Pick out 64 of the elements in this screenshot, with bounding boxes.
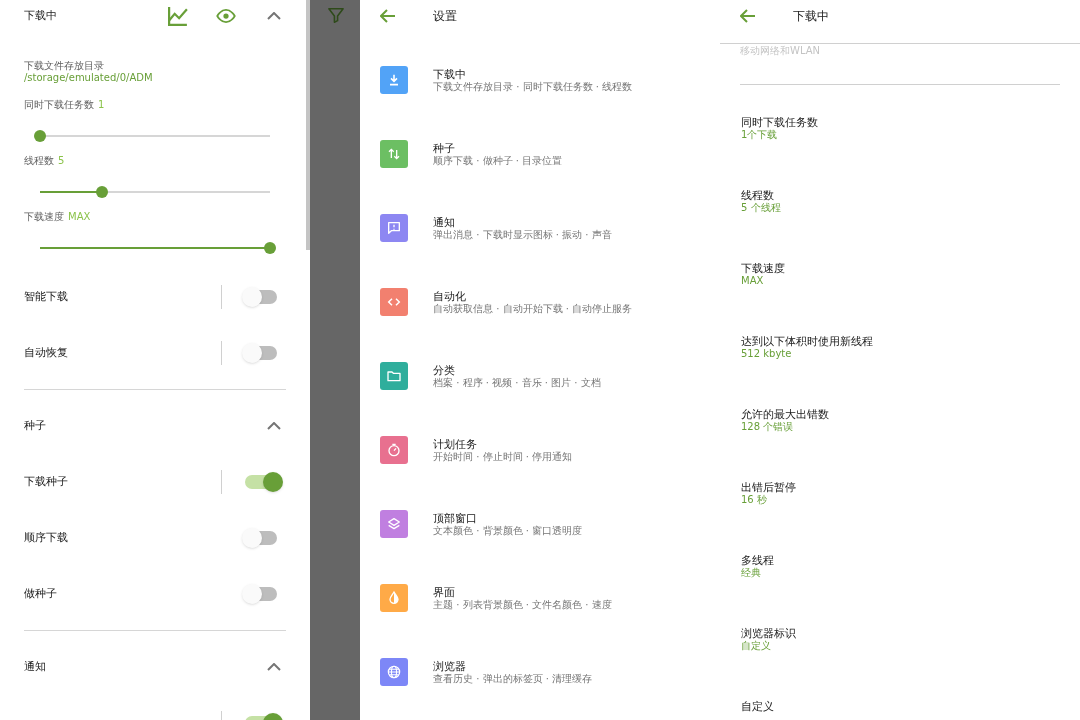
section-title: 种子	[24, 417, 46, 434]
setting-title[interactable]: 同时下载任务数	[741, 116, 818, 129]
setting-title[interactable]: 顶部窗口	[433, 511, 477, 525]
filter-icon[interactable]	[328, 8, 344, 23]
setting-title[interactable]: 浏览器	[433, 659, 466, 673]
slider-label: 线程数	[24, 155, 54, 167]
setting-title[interactable]: 浏览器标识	[741, 627, 796, 640]
slider-thumb[interactable]	[34, 130, 46, 142]
setting-summary: 主题 · 列表背景颜色 · 文件名颜色 · 速度	[433, 598, 612, 611]
slider-value: MAX	[68, 211, 91, 223]
section-title: 通知	[24, 658, 46, 675]
eye-icon[interactable]	[216, 9, 236, 23]
setting-value: 128 个错误	[741, 421, 794, 433]
slider-value: 5	[58, 155, 65, 167]
setting-title[interactable]: 界面	[433, 585, 455, 599]
setting-label: 自动恢复	[24, 344, 68, 361]
setting-title[interactable]: 多线程	[741, 554, 774, 567]
setting-title[interactable]: 线程数	[741, 189, 774, 202]
setting-summary: 档案 · 程序 · 视频 · 音乐 · 图片 · 文档	[433, 376, 601, 389]
screen-title: 下载中	[793, 8, 829, 25]
folder-path: /storage/emulated/0/ADM	[24, 72, 153, 84]
setting-label: 智能下载	[24, 288, 68, 305]
setting-summary: 顺序下载 · 做种子 · 目录位置	[433, 154, 563, 167]
setting-label: 做种子	[24, 585, 57, 602]
setting-summary: 下载文件存放目录 · 同时下载任务数 · 线程数	[433, 80, 633, 93]
screen-title: 设置	[433, 8, 457, 25]
setting-label: 顺序下载	[24, 529, 68, 546]
back-arrow-icon[interactable]	[740, 9, 756, 23]
setting-value: 16 秒	[741, 494, 767, 506]
setting-title[interactable]: 允许的最大出错数	[741, 408, 829, 421]
setting-value: 5 个线程	[741, 202, 781, 214]
setting-summary: 文本颜色 · 背景颜色 · 窗口透明度	[433, 524, 583, 537]
setting-title[interactable]: 下载中	[433, 67, 466, 81]
slider-thumb[interactable]	[264, 242, 276, 254]
setting-value: 1个下载	[741, 129, 778, 141]
setting-title[interactable]: 自动化	[433, 289, 466, 303]
setting-value: MAX	[741, 275, 764, 287]
setting-summary: 查看历史 · 弹出的标签页 · 清理缓存	[433, 672, 593, 685]
setting-summary: 自动获取信息 · 自动开始下载 · 自动停止服务	[433, 302, 633, 315]
setting-title[interactable]: 通知	[433, 215, 455, 229]
setting-title[interactable]: 分类	[433, 363, 455, 377]
setting-summary: 弹出消息 · 下载时显示图标 · 振动 · 声音	[433, 228, 612, 241]
setting-title[interactable]: 下载速度	[741, 262, 785, 275]
setting-value: 经典	[741, 567, 761, 579]
chevron-up-icon[interactable]	[267, 12, 281, 20]
setting-title[interactable]: 计划任务	[433, 437, 477, 451]
setting-title[interactable]: 种子	[433, 141, 455, 155]
chevron-up-icon[interactable]	[267, 663, 281, 671]
setting-title[interactable]: 达到以下体积时使用新线程	[741, 335, 873, 348]
back-arrow-icon[interactable]	[380, 9, 396, 23]
setting-value: 512 kbyte	[741, 348, 792, 360]
setting-title[interactable]: 出错后暂停	[741, 481, 796, 494]
setting-label: 下载种子	[24, 473, 68, 490]
setting-title[interactable]: 自定义	[741, 700, 774, 713]
chevron-up-icon[interactable]	[267, 422, 281, 430]
slider-value: 1	[98, 99, 105, 111]
setting-summary: 开始时间 · 停止时间 · 停用通知	[433, 450, 573, 463]
setting-value: 自定义	[741, 640, 771, 652]
line-chart-icon[interactable]	[168, 6, 188, 26]
slider-label: 下载速度	[24, 211, 64, 223]
setting-label: 下载文件存放目录	[24, 60, 104, 72]
section-title: 下载中	[24, 7, 57, 24]
slider-thumb[interactable]	[96, 186, 109, 198]
slider-label: 同时下载任务数	[24, 99, 94, 111]
